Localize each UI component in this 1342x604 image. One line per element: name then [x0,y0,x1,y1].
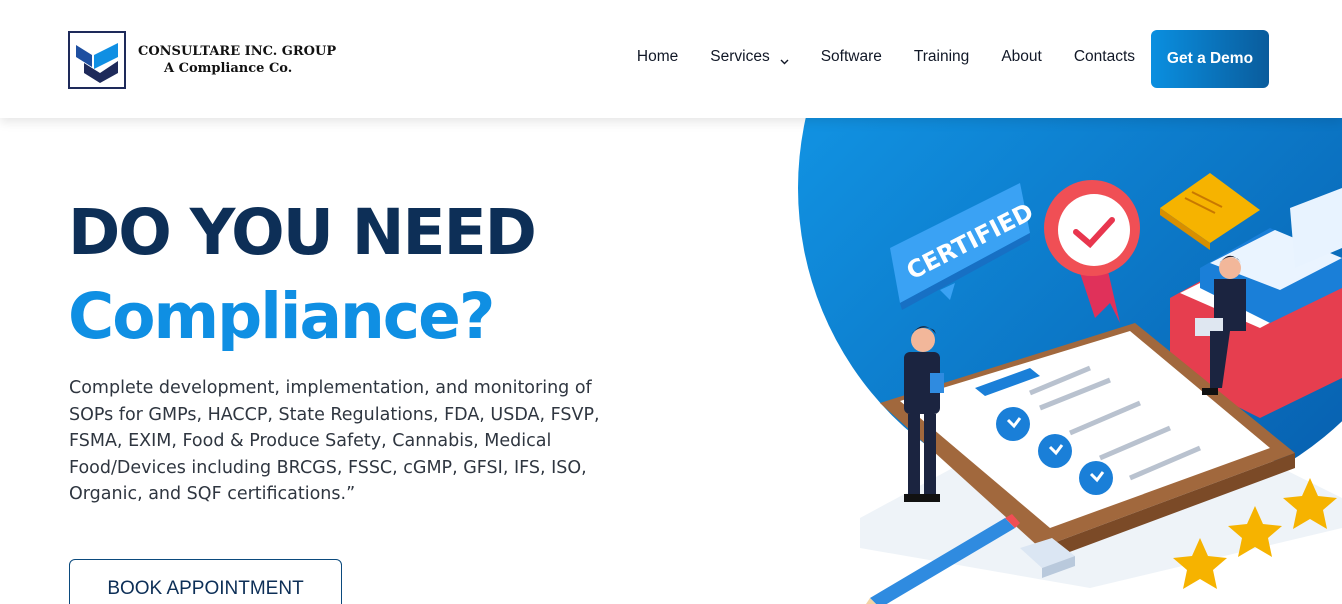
nav-software[interactable]: Software [821,48,882,66]
get-a-demo-button[interactable]: Get a Demo [1151,30,1269,88]
hero-heading-line1: DO YOU NEED [68,196,537,269]
hero-heading-line2: Compliance? [68,280,495,353]
nav-about[interactable]: About [1001,48,1042,66]
logo[interactable]: CONSULTARE INC. GROUP A Compliance Co. [68,31,336,89]
hero-description: Complete development, implementation, an… [69,378,600,505]
nav-services-label: Services [710,48,770,65]
nav-training[interactable]: Training [914,48,969,66]
main-nav: Home Services Software Training About Co… [637,48,1135,66]
compliance-illustration: CERTIFIED [790,0,1342,604]
nav-home[interactable]: Home [637,48,678,66]
logo-mark-icon [68,31,126,89]
chevron-down-icon [780,53,789,64]
logo-tagline: A Compliance Co. [164,61,293,76]
book-appointment-button[interactable]: BOOK APPOINTMENT [69,559,342,604]
logo-company-name: CONSULTARE INC. GROUP [138,44,337,59]
nav-contacts[interactable]: Contacts [1074,48,1135,66]
nav-services[interactable]: Services [710,48,789,66]
site-header: CONSULTARE INC. GROUP A Compliance Co. H… [0,0,1342,118]
